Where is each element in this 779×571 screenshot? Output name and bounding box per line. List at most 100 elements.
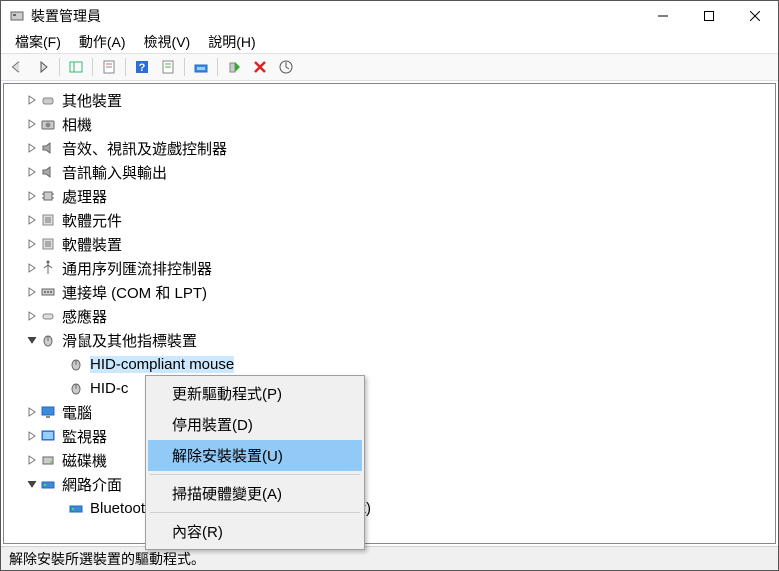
tree-category[interactable]: 監視器 — [4, 424, 775, 448]
ctx-divider — [150, 512, 360, 513]
device-label: HID-c — [90, 380, 128, 397]
expander-icon[interactable] — [24, 287, 40, 297]
properties-icon[interactable] — [97, 56, 121, 78]
device-category-icon — [40, 404, 58, 420]
expander-icon[interactable] — [24, 143, 40, 153]
category-label: 通用序列匯流排控制器 — [62, 258, 212, 279]
tree-category[interactable]: 磁碟機 — [4, 448, 775, 472]
help-icon[interactable]: ? — [130, 56, 154, 78]
tree-category[interactable]: 音效、視訊及遊戲控制器 — [4, 136, 775, 160]
device-category-icon — [40, 212, 58, 228]
tree-category[interactable]: 軟體裝置 — [4, 232, 775, 256]
tree-category[interactable]: 軟體元件 — [4, 208, 775, 232]
device-icon — [68, 380, 86, 396]
close-button[interactable] — [732, 1, 778, 31]
menu-file[interactable]: 檔案(F) — [9, 30, 67, 54]
category-label: 處理器 — [62, 186, 107, 207]
expander-icon[interactable] — [24, 479, 40, 489]
device-category-icon — [40, 236, 58, 252]
tree-device[interactable]: HID-c — [4, 376, 775, 400]
expander-icon[interactable] — [24, 191, 40, 201]
device-icon — [68, 500, 86, 516]
status-bar: 解除安裝所選裝置的驅動程式。 — [1, 546, 778, 570]
category-label: 監視器 — [62, 426, 107, 447]
expander-icon[interactable] — [24, 167, 40, 177]
menu-help[interactable]: 說明(H) — [202, 30, 261, 54]
tree-device[interactable]: Bluetooth Device (Personal Area Network) — [4, 496, 775, 520]
category-label: 滑鼠及其他指標裝置 — [62, 330, 197, 351]
category-label: 感應器 — [62, 306, 107, 327]
toolbar: ? — [1, 53, 778, 81]
device-category-icon — [40, 188, 58, 204]
scan-hardware-icon[interactable] — [274, 56, 298, 78]
tree-category[interactable]: 其他裝置 — [4, 88, 775, 112]
tree-category[interactable]: 相機 — [4, 112, 775, 136]
menu-action[interactable]: 動作(A) — [73, 30, 132, 54]
device-category-icon — [40, 140, 58, 156]
category-label: 軟體元件 — [62, 210, 122, 231]
ctx-update-driver[interactable]: 更新驅動程式(P) — [148, 378, 362, 409]
device-category-icon — [40, 476, 58, 492]
expander-icon[interactable] — [24, 95, 40, 105]
title-bar: 裝置管理員 — [1, 1, 778, 31]
ctx-divider — [150, 474, 360, 475]
expander-icon[interactable] — [24, 215, 40, 225]
category-label: 磁碟機 — [62, 450, 107, 471]
forward-button[interactable] — [31, 56, 55, 78]
status-text: 解除安裝所選裝置的驅動程式。 — [9, 549, 205, 569]
ctx-properties[interactable]: 內容(R) — [148, 516, 362, 547]
app-icon — [9, 8, 25, 24]
back-button[interactable] — [5, 56, 29, 78]
expander-icon[interactable] — [24, 311, 40, 321]
context-menu: 更新驅動程式(P) 停用裝置(D) 解除安裝裝置(U) 掃描硬體變更(A) 內容… — [145, 375, 365, 550]
expander-icon[interactable] — [24, 407, 40, 417]
category-label: 軟體裝置 — [62, 234, 122, 255]
category-label: 電腦 — [62, 402, 92, 423]
device-category-icon — [40, 92, 58, 108]
menu-bar: 檔案(F) 動作(A) 檢視(V) 說明(H) — [1, 31, 778, 53]
device-category-icon — [40, 116, 58, 132]
uninstall-icon[interactable] — [248, 56, 272, 78]
device-category-icon — [40, 260, 58, 276]
expander-icon[interactable] — [24, 335, 40, 345]
maximize-button[interactable] — [686, 1, 732, 31]
expander-icon[interactable] — [24, 455, 40, 465]
tree-device[interactable]: HID-compliant mouse — [4, 352, 775, 376]
minimize-button[interactable] — [640, 1, 686, 31]
expander-icon[interactable] — [24, 239, 40, 249]
category-label: 相機 — [62, 114, 92, 135]
tree-category[interactable]: 網路介面 — [4, 472, 775, 496]
device-category-icon — [40, 284, 58, 300]
tree-category[interactable]: 音訊輸入與輸出 — [4, 160, 775, 184]
ctx-uninstall-device[interactable]: 解除安裝裝置(U) — [148, 440, 362, 471]
device-tree[interactable]: 其他裝置相機音效、視訊及遊戲控制器音訊輸入與輸出處理器軟體元件軟體裝置通用序列匯… — [3, 83, 776, 544]
expander-icon[interactable] — [24, 431, 40, 441]
action-icon[interactable] — [156, 56, 180, 78]
category-label: 連接埠 (COM 和 LPT) — [62, 282, 207, 303]
category-label: 其他裝置 — [62, 90, 122, 111]
device-category-icon — [40, 452, 58, 468]
tree-category[interactable]: 滑鼠及其他指標裝置 — [4, 328, 775, 352]
tree-category[interactable]: 感應器 — [4, 304, 775, 328]
category-label: 音效、視訊及遊戲控制器 — [62, 138, 227, 159]
tree-category[interactable]: 通用序列匯流排控制器 — [4, 256, 775, 280]
menu-view[interactable]: 檢視(V) — [138, 30, 197, 54]
tree-category[interactable]: 處理器 — [4, 184, 775, 208]
ctx-disable-device[interactable]: 停用裝置(D) — [148, 409, 362, 440]
svg-text:?: ? — [139, 62, 146, 74]
ctx-scan-hardware[interactable]: 掃描硬體變更(A) — [148, 478, 362, 509]
device-label: HID-compliant mouse — [90, 356, 234, 373]
category-label: 音訊輸入與輸出 — [62, 162, 167, 183]
expander-icon[interactable] — [24, 119, 40, 129]
window-title: 裝置管理員 — [31, 6, 640, 26]
category-label: 網路介面 — [62, 474, 122, 495]
update-driver-icon[interactable] — [189, 56, 213, 78]
tree-category[interactable]: 電腦 — [4, 400, 775, 424]
enable-device-icon[interactable] — [222, 56, 246, 78]
device-category-icon — [40, 428, 58, 444]
device-icon — [68, 356, 86, 372]
expander-icon[interactable] — [24, 263, 40, 273]
device-category-icon — [40, 308, 58, 324]
tree-category[interactable]: 連接埠 (COM 和 LPT) — [4, 280, 775, 304]
show-hide-tree-button[interactable] — [64, 56, 88, 78]
